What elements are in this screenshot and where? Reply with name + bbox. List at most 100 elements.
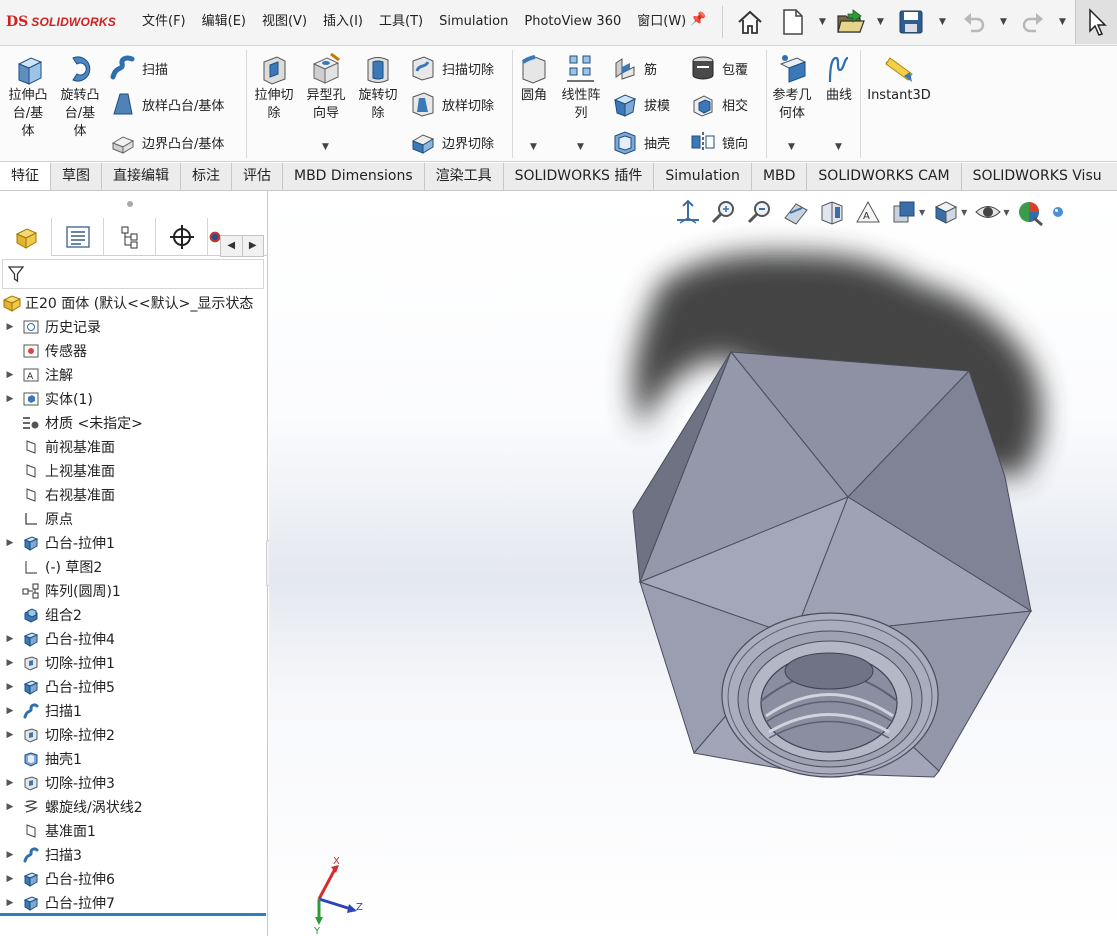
tree-item[interactable]: 阵列(圆周)1 (0, 579, 268, 603)
tab-markup[interactable]: 标注 (181, 163, 232, 190)
boundary-boss-button[interactable]: 边界凸台/基体 (110, 128, 224, 156)
tab-mbd-dimensions[interactable]: MBD Dimensions (283, 163, 425, 190)
tree-item[interactable]: ▶ 实体(1) (0, 387, 268, 411)
tab-features[interactable]: 特征 (0, 163, 51, 190)
tree-item[interactable]: 右视基准面 (0, 483, 268, 507)
new-document-button[interactable] (774, 3, 812, 41)
open-dropdown-icon[interactable]: ▼ (877, 17, 884, 27)
tab-sketch[interactable]: 草图 (51, 163, 102, 190)
dimxpert-tab[interactable] (156, 218, 208, 256)
menu-insert[interactable]: 插入(I) (315, 13, 371, 33)
pin-icon[interactable]: 📌 (690, 12, 706, 27)
tree-item[interactable]: ▶ 切除-拉伸2 (0, 723, 268, 747)
expand-arrow-icon[interactable]: ▶ (2, 634, 18, 644)
tree-item[interactable]: 上视基准面 (0, 459, 268, 483)
tree-item[interactable]: ▶ 螺旋线/涡状线2 (0, 795, 268, 819)
wrap-button[interactable]: 包覆 (690, 54, 748, 82)
fillet-button[interactable]: 圆角 (516, 52, 552, 105)
tab-mbd[interactable]: MBD (752, 163, 808, 190)
expand-arrow-icon[interactable]: ▶ (2, 394, 18, 404)
redo-button[interactable] (1014, 3, 1052, 41)
open-button[interactable] (832, 3, 870, 41)
tab-simulation[interactable]: Simulation (654, 163, 752, 190)
tree-item[interactable]: ▶ 切除-拉伸1 (0, 651, 268, 675)
configuration-manager-tab[interactable] (104, 218, 156, 256)
menu-view[interactable]: 视图(V) (254, 13, 315, 33)
tree-item[interactable]: ▶ 凸台-拉伸7 (0, 891, 268, 915)
property-manager-tab[interactable] (52, 218, 104, 256)
expand-arrow-icon[interactable]: ▶ (2, 730, 18, 740)
menu-tools[interactable]: 工具(T) (371, 13, 431, 33)
undo-button[interactable] (955, 3, 993, 41)
tree-item[interactable]: ▶ 扫描3 (0, 843, 268, 867)
expand-arrow-icon[interactable]: ▶ (2, 850, 18, 860)
solidworks-logo[interactable]: DS SOLIDWORKS (6, 12, 116, 32)
menu-photoview[interactable]: PhotoView 360 (516, 13, 629, 33)
tree-item[interactable]: 抽壳1 (0, 747, 268, 771)
extrude-boss-button[interactable]: 拉伸凸 台/基 体 (4, 52, 52, 141)
tree-item[interactable]: 前视基准面 (0, 435, 268, 459)
feature-manager-tab[interactable] (0, 218, 52, 256)
tree-item[interactable]: ▶ 扫描1 (0, 699, 268, 723)
tree-item[interactable]: 材质 <未指定> (0, 411, 268, 435)
mirror-button[interactable]: 镜向 (690, 128, 748, 156)
shell-button[interactable]: 抽壳 (612, 128, 670, 156)
icosahedron-model[interactable] (269, 191, 1117, 936)
expand-arrow-icon[interactable]: ▶ (2, 370, 18, 380)
tab-direct-editing[interactable]: 直接编辑 (102, 163, 181, 190)
boundary-cut-button[interactable]: 边界切除 (410, 128, 494, 156)
panel-handle-icon[interactable] (127, 201, 133, 207)
tab-solidworks-visualize[interactable]: SOLIDWORKS Visu (962, 163, 1113, 190)
tree-item[interactable]: ▶ 凸台-拉伸5 (0, 675, 268, 699)
reference-geometry-button[interactable]: 参考几 何体 (770, 52, 814, 123)
menu-window[interactable]: 窗口(W) (629, 13, 694, 33)
tree-item[interactable]: 基准面1 (0, 819, 268, 843)
hole-wizard-dropdown-icon[interactable]: ▼ (322, 142, 329, 152)
menu-file[interactable]: 文件(F) (134, 13, 194, 33)
part-root-node[interactable]: 正20 面体 (默认<<默认>_显示状态 (2, 291, 253, 315)
select-button[interactable] (1075, 0, 1117, 44)
expand-arrow-icon[interactable]: ▶ (2, 874, 18, 884)
instant3d-button[interactable]: Instant3D (866, 52, 932, 105)
tab-solidworks-addins[interactable]: SOLIDWORKS 插件 (504, 163, 655, 190)
sweep-button[interactable]: 扫描 (110, 54, 168, 82)
new-dropdown-icon[interactable]: ▼ (819, 17, 826, 27)
scroll-right-icon[interactable]: ▶ (241, 236, 264, 256)
curves-button[interactable]: 曲线 (820, 52, 858, 105)
tree-item[interactable]: 传感器 (0, 339, 268, 363)
menu-edit[interactable]: 编辑(E) (194, 13, 254, 33)
curves-dropdown-icon[interactable]: ▼ (835, 142, 842, 152)
linear-pattern-button[interactable]: 线性阵 列 (556, 52, 606, 123)
graphics-area[interactable]: A ▼ ▼ ▼ X Z Y (269, 191, 1117, 936)
expand-arrow-icon[interactable]: ▶ (2, 658, 18, 668)
expand-arrow-icon[interactable]: ▶ (2, 706, 18, 716)
expand-arrow-icon[interactable]: ▶ (2, 898, 18, 908)
rollback-bar[interactable] (0, 913, 266, 916)
tab-evaluate[interactable]: 评估 (232, 163, 283, 190)
save-dropdown-icon[interactable]: ▼ (939, 17, 946, 27)
fillet-dropdown-icon[interactable]: ▼ (530, 142, 537, 152)
loft-boss-button[interactable]: 放样凸台/基体 (110, 90, 224, 118)
tree-item[interactable]: ▶ 凸台-拉伸1 (0, 531, 268, 555)
draft-button[interactable]: 拔模 (612, 90, 670, 118)
revolve-boss-button[interactable]: 旋转凸 台/基 体 (56, 52, 104, 141)
menu-simulation[interactable]: Simulation (431, 13, 516, 33)
undo-dropdown-icon[interactable]: ▼ (1000, 17, 1007, 27)
expand-arrow-icon[interactable]: ▶ (2, 682, 18, 692)
reference-geometry-dropdown-icon[interactable]: ▼ (788, 142, 795, 152)
tree-item[interactable]: (-) 草图2 (0, 555, 268, 579)
intersect-button[interactable]: 相交 (690, 90, 748, 118)
linear-pattern-dropdown-icon[interactable]: ▼ (577, 142, 584, 152)
expand-arrow-icon[interactable]: ▶ (2, 538, 18, 548)
feature-tree-filter[interactable] (2, 259, 264, 289)
tree-item[interactable]: 组合2 (0, 603, 268, 627)
loft-cut-button[interactable]: 放样切除 (410, 90, 494, 118)
hole-wizard-button[interactable]: 异型孔 向导 (302, 52, 350, 123)
tree-item[interactable]: ▶ 切除-拉伸3 (0, 771, 268, 795)
revolve-cut-button[interactable]: 旋转切 除 (354, 52, 402, 123)
expand-arrow-icon[interactable]: ▶ (2, 802, 18, 812)
sweep-cut-button[interactable]: 扫描切除 (410, 54, 494, 82)
tree-item[interactable]: ▶ 历史记录 (0, 315, 268, 339)
extrude-cut-button[interactable]: 拉伸切 除 (250, 52, 298, 123)
expand-arrow-icon[interactable]: ▶ (2, 322, 18, 332)
